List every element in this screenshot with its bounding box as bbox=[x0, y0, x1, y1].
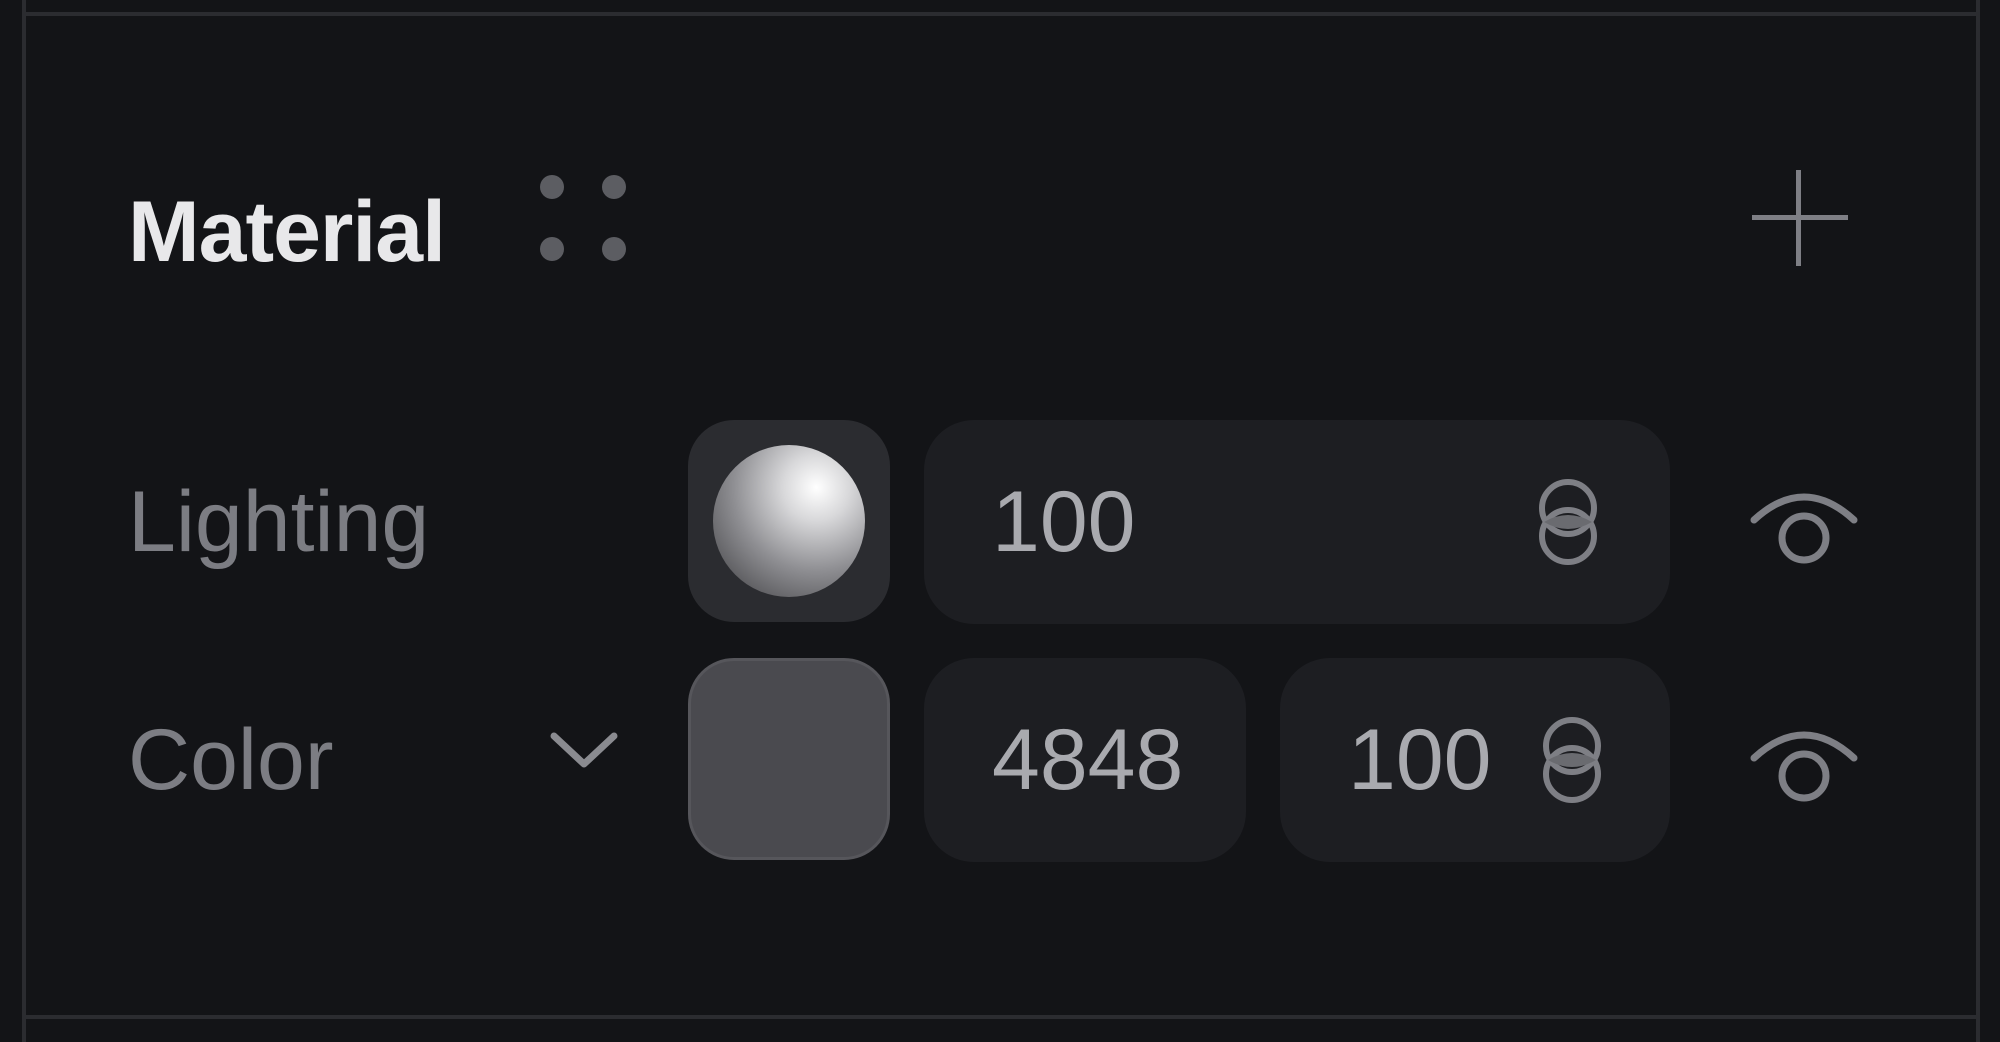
lighting-intensity-field[interactable]: 100 bbox=[924, 420, 1670, 624]
color-opacity-field[interactable]: 100 bbox=[1280, 658, 1670, 862]
color-label: Color bbox=[128, 712, 334, 808]
panel-bottom-divider bbox=[22, 1015, 1980, 1019]
section-title: Material bbox=[128, 184, 446, 280]
color-opacity-value: 100 bbox=[1348, 712, 1492, 808]
drag-handle-icon[interactable] bbox=[540, 175, 626, 265]
material-panel: Material Lighting 100 Color 4848 100 bbox=[0, 0, 2000, 1042]
lighting-intensity-value: 100 bbox=[992, 474, 1136, 570]
lighting-label: Lighting bbox=[128, 474, 430, 570]
link-icon[interactable] bbox=[1538, 478, 1598, 566]
lighting-eye-icon[interactable] bbox=[1748, 480, 1860, 570]
panel-right-border bbox=[1976, 0, 1980, 1042]
sphere-icon bbox=[713, 445, 865, 597]
chevron-down-icon[interactable] bbox=[548, 726, 620, 774]
color-hex-value: 4848 bbox=[992, 712, 1184, 808]
add-material-button[interactable] bbox=[1752, 170, 1848, 266]
color-link-icon[interactable] bbox=[1542, 716, 1602, 804]
lighting-preview-button[interactable] bbox=[688, 420, 890, 622]
panel-top-divider bbox=[22, 12, 1980, 16]
color-swatch-button[interactable] bbox=[688, 658, 890, 860]
color-hex-field[interactable]: 4848 bbox=[924, 658, 1246, 862]
color-eye-icon[interactable] bbox=[1748, 718, 1860, 808]
panel-left-border bbox=[22, 0, 26, 1042]
